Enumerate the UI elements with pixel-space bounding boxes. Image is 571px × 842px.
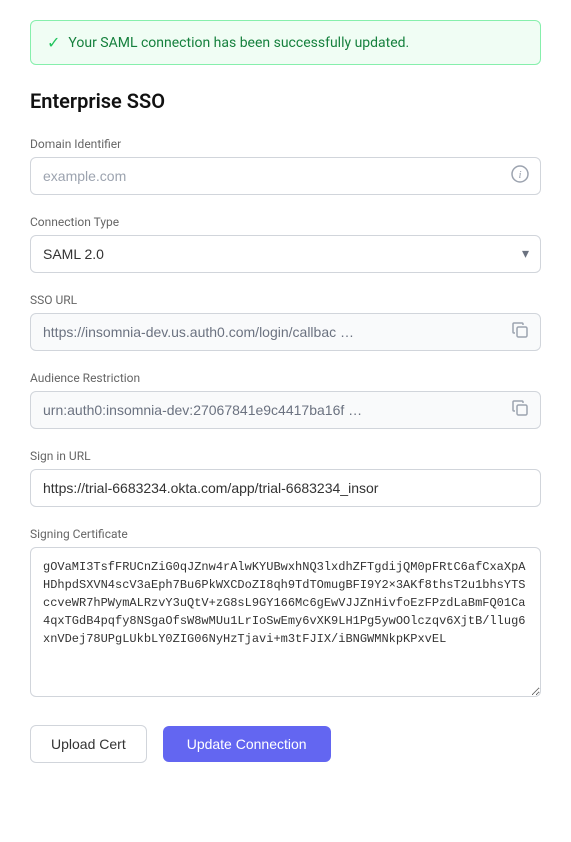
audience-restriction-group: Audience Restriction	[30, 371, 541, 429]
audience-restriction-wrapper	[30, 391, 541, 429]
signing-certificate-textarea[interactable]: gOVaMI3TsfFRUCnZiG0qJZnw4rAlwKYUBwxhNQ3l…	[30, 547, 541, 697]
sso-url-group: SSO URL	[30, 293, 541, 351]
domain-identifier-group: Domain Identifier i	[30, 137, 541, 195]
page-title: Enterprise SSO	[30, 89, 541, 113]
success-banner: ✓ Your SAML connection has been successf…	[30, 20, 541, 65]
signing-certificate-group: Signing Certificate gOVaMI3TsfFRUCnZiG0q…	[30, 527, 541, 701]
sign-in-url-input[interactable]	[30, 469, 541, 507]
connection-type-group: Connection Type SAML 2.0 OIDC ▾	[30, 215, 541, 273]
svg-text:i: i	[518, 169, 521, 181]
connection-type-label: Connection Type	[30, 215, 541, 229]
action-buttons-row: Upload Cert Update Connection	[30, 725, 541, 763]
signing-certificate-label: Signing Certificate	[30, 527, 541, 541]
sso-url-wrapper	[30, 313, 541, 351]
domain-identifier-wrapper: i	[30, 157, 541, 195]
connection-type-select[interactable]: SAML 2.0 OIDC	[30, 235, 541, 273]
audience-restriction-label: Audience Restriction	[30, 371, 541, 385]
copy-icon-audience[interactable]	[511, 399, 529, 421]
connection-type-wrapper: SAML 2.0 OIDC ▾	[30, 235, 541, 273]
sso-url-label: SSO URL	[30, 293, 541, 307]
upload-cert-button[interactable]: Upload Cert	[30, 725, 147, 763]
copy-icon[interactable]	[511, 321, 529, 343]
sign-in-url-label: Sign in URL	[30, 449, 541, 463]
domain-identifier-label: Domain Identifier	[30, 137, 541, 151]
info-icon: i	[511, 165, 529, 187]
domain-identifier-input[interactable]	[30, 157, 541, 195]
sso-url-input[interactable]	[30, 313, 541, 351]
update-connection-button[interactable]: Update Connection	[163, 726, 331, 762]
check-icon: ✓	[47, 33, 60, 52]
audience-restriction-input[interactable]	[30, 391, 541, 429]
success-message: Your SAML connection has been successful…	[68, 35, 409, 51]
sign-in-url-group: Sign in URL	[30, 449, 541, 507]
